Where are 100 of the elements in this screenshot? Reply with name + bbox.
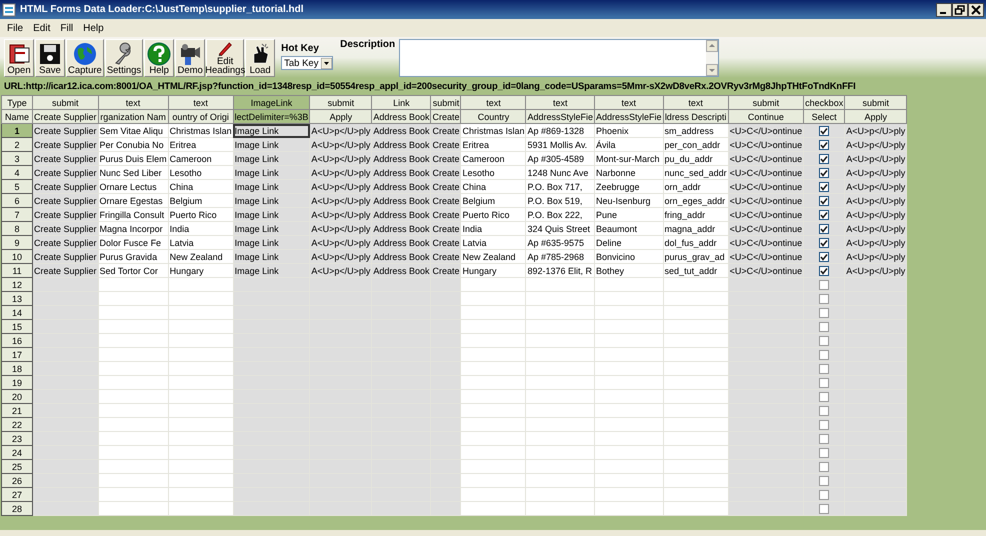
checkbox[interactable] — [819, 196, 830, 206]
checkbox[interactable] — [819, 266, 830, 276]
row-number[interactable]: 15 — [2, 320, 32, 334]
checkbox[interactable] — [819, 182, 830, 192]
checkbox[interactable] — [819, 420, 830, 430]
row-number[interactable]: 6 — [2, 194, 32, 208]
row-number[interactable]: 4 — [2, 166, 32, 180]
row-number[interactable]: 19 — [2, 376, 32, 390]
table-cell[interactable]: Cameroon — [460, 152, 526, 166]
table-cell[interactable]: pu_du_addr — [663, 152, 728, 166]
table-cell[interactable]: Ap #785-2968 — [526, 250, 595, 264]
toolbar-button[interactable]: Load — [245, 39, 276, 77]
row-number[interactable]: 13 — [2, 292, 32, 306]
table-cell[interactable]: Address Book — [372, 250, 431, 264]
table-cell[interactable]: Create Supplier — [32, 264, 98, 278]
table-cell[interactable]: Purus Duis Elem — [98, 152, 168, 166]
table-cell[interactable]: Ornare Egestas — [98, 194, 168, 208]
table-cell[interactable]: Image Link — [233, 222, 310, 236]
column-type-header[interactable]: submit — [430, 96, 461, 110]
table-cell[interactable]: Zeebrugge — [594, 180, 664, 194]
checkbox[interactable] — [819, 364, 830, 374]
checkbox[interactable] — [819, 168, 830, 178]
table-cell[interactable]: per_con_addr — [663, 138, 728, 152]
table-cell[interactable]: Mont-sur-March — [594, 152, 664, 166]
checkbox[interactable] — [819, 462, 830, 472]
column-type-header[interactable]: text — [98, 96, 168, 110]
row-number[interactable]: 24 — [2, 446, 32, 460]
table-cell[interactable]: Lesotho — [168, 166, 234, 180]
table-cell[interactable]: India — [460, 222, 526, 236]
table-cell[interactable]: <U>C</U>ontinue — [728, 236, 804, 250]
table-cell[interactable]: Ornare Lectus — [98, 180, 168, 194]
table-cell[interactable]: 5931 Mollis Av. — [526, 138, 595, 152]
row-number[interactable]: 22 — [2, 418, 32, 432]
table-cell[interactable]: magna_addr — [663, 222, 728, 236]
table-cell[interactable]: 1248 Nunc Ave — [526, 166, 595, 180]
table-cell[interactable]: Create — [430, 250, 461, 264]
table-cell[interactable]: Create Supplier — [32, 166, 98, 180]
checkbox[interactable] — [819, 126, 830, 136]
checkbox[interactable] — [819, 308, 830, 318]
toolbar-button[interactable]: Capture — [66, 39, 104, 77]
table-cell[interactable]: Christmas Islan — [460, 124, 526, 138]
table-cell[interactable]: A<U>p</U>ply — [310, 124, 372, 138]
row-number[interactable]: 10 — [2, 250, 32, 264]
table-cell[interactable]: Create — [430, 138, 461, 152]
table-cell[interactable]: A<U>p</U>ply — [844, 138, 907, 152]
table-cell[interactable]: Per Conubia No — [98, 138, 168, 152]
table-cell[interactable]: Create Supplier — [32, 250, 98, 264]
table-cell[interactable]: Nunc Sed Liber — [98, 166, 168, 180]
table-cell[interactable]: Christmas Islan — [168, 124, 234, 138]
row-number[interactable]: 17 — [2, 348, 32, 362]
checkbox[interactable] — [819, 210, 830, 220]
row-number[interactable]: 7 — [2, 208, 32, 222]
table-cell[interactable]: A<U>p</U>ply — [844, 194, 907, 208]
table-cell[interactable]: A<U>p</U>ply — [844, 222, 907, 236]
table-cell[interactable]: Image Link — [233, 124, 310, 138]
table-cell[interactable]: Address Book — [372, 194, 431, 208]
table-cell[interactable]: A<U>p</U>ply — [310, 138, 372, 152]
toolbar-button[interactable]: Open — [4, 39, 34, 77]
table-cell[interactable]: Address Book — [372, 208, 431, 222]
table-cell[interactable]: Bothey — [594, 264, 664, 278]
table-cell[interactable]: sed_tut_addr — [663, 264, 728, 278]
row-number[interactable]: 1 — [2, 124, 32, 138]
column-name-header[interactable]: Apply — [310, 110, 372, 124]
table-cell[interactable]: Image Link — [233, 138, 310, 152]
table-cell[interactable]: A<U>p</U>ply — [844, 208, 907, 222]
table-cell[interactable]: 892-1376 Elit, R — [526, 264, 595, 278]
table-cell[interactable]: Create Supplier — [32, 208, 98, 222]
scroll-down-icon[interactable] — [706, 64, 718, 76]
column-type-header[interactable]: submit — [310, 96, 372, 110]
table-cell[interactable]: Create — [430, 180, 461, 194]
checkbox[interactable] — [819, 280, 830, 290]
table-cell[interactable]: <U>C</U>ontinue — [728, 166, 804, 180]
table-cell[interactable]: Belgium — [168, 194, 234, 208]
column-name-header[interactable]: Country — [460, 110, 526, 124]
table-cell[interactable]: Cameroon — [168, 152, 234, 166]
column-name-header[interactable]: AddressStyleFie — [594, 110, 664, 124]
table-cell[interactable]: A<U>p</U>ply — [310, 194, 372, 208]
column-type-header[interactable]: submit — [32, 96, 98, 110]
checkbox[interactable] — [819, 378, 830, 388]
table-cell[interactable]: A<U>p</U>ply — [844, 124, 907, 138]
row-number[interactable]: 20 — [2, 390, 32, 404]
table-cell[interactable]: A<U>p</U>ply — [310, 264, 372, 278]
table-cell[interactable]: A<U>p</U>ply — [844, 236, 907, 250]
menu-item[interactable]: Fill — [55, 22, 78, 34]
checkbox[interactable] — [819, 434, 830, 444]
table-cell[interactable]: Create — [430, 222, 461, 236]
table-cell[interactable]: Image Link — [233, 250, 310, 264]
column-type-header[interactable]: ImageLink — [233, 96, 310, 110]
table-cell[interactable]: Create Supplier — [32, 124, 98, 138]
table-cell[interactable]: P.O. Box 519, — [526, 194, 595, 208]
table-cell[interactable]: 324 Quis Street — [526, 222, 595, 236]
row-number[interactable]: 23 — [2, 432, 32, 446]
table-cell[interactable]: Ap #869-1328 — [526, 124, 595, 138]
checkbox[interactable] — [819, 406, 830, 416]
toolbar-button[interactable]: Save — [35, 39, 65, 77]
checkbox[interactable] — [819, 238, 830, 248]
checkbox[interactable] — [819, 252, 830, 262]
column-type-header[interactable]: submit — [728, 96, 804, 110]
toolbar-button[interactable]: Demo — [175, 39, 206, 77]
column-name-header[interactable]: Address Book — [372, 110, 431, 124]
